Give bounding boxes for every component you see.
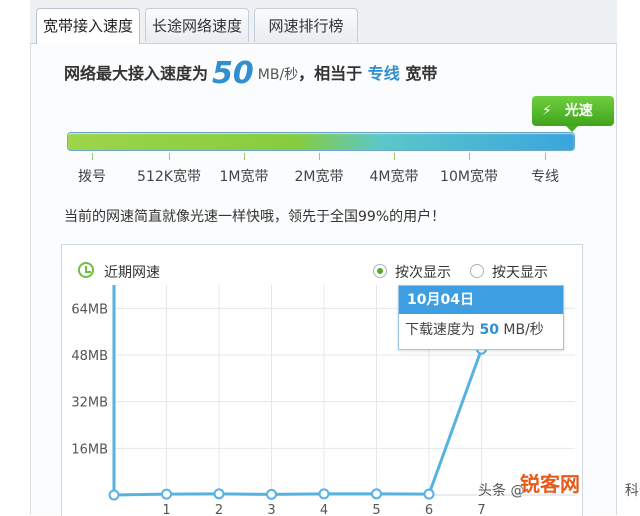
speed-data-point: [371, 488, 382, 500]
x-tick-label: 6: [425, 503, 433, 515]
tooltip-unit: MB/秒: [503, 322, 544, 338]
speed-data-point: [423, 488, 435, 500]
y-tick-label: 48MB: [71, 349, 108, 364]
x-tick-label: 2: [215, 503, 223, 515]
x-tick-label: 1: [162, 503, 170, 515]
speed-tooltip: 10月04日 下载速度为 50 MB/秒: [398, 285, 564, 350]
speed-series-line: [113, 348, 483, 497]
x-tick-label: 3: [267, 503, 275, 515]
tooltip-body: 下载速度为 50 MB/秒: [399, 314, 563, 346]
speed-data-point: [213, 488, 225, 500]
tooltip-value: 50: [479, 322, 499, 338]
x-tick-label: 7: [477, 503, 485, 515]
tooltip-label: 下载速度为: [405, 322, 475, 338]
speed-data-point: [161, 488, 172, 500]
x-tick-label: 4: [320, 503, 328, 515]
watermark-text: 头条 @: [478, 483, 525, 499]
watermark-logo: 锐客网: [520, 472, 580, 496]
y-tick-label: 16MB: [71, 442, 108, 457]
speed-line-chart: 16MB 32MB 48MB 64MB 1 2 3 4 5 6 7: [71, 285, 575, 515]
tooltip-date: 10月04日: [399, 286, 563, 314]
watermark-suffix: 科普: [624, 483, 640, 499]
speed-data-point: [318, 488, 330, 500]
y-tick-label: 32MB: [71, 396, 108, 411]
y-tick-label: 64MB: [71, 302, 108, 317]
speed-data-point: [266, 488, 277, 500]
x-tick-label: 5: [372, 503, 380, 515]
speed-data-point: [108, 489, 120, 501]
